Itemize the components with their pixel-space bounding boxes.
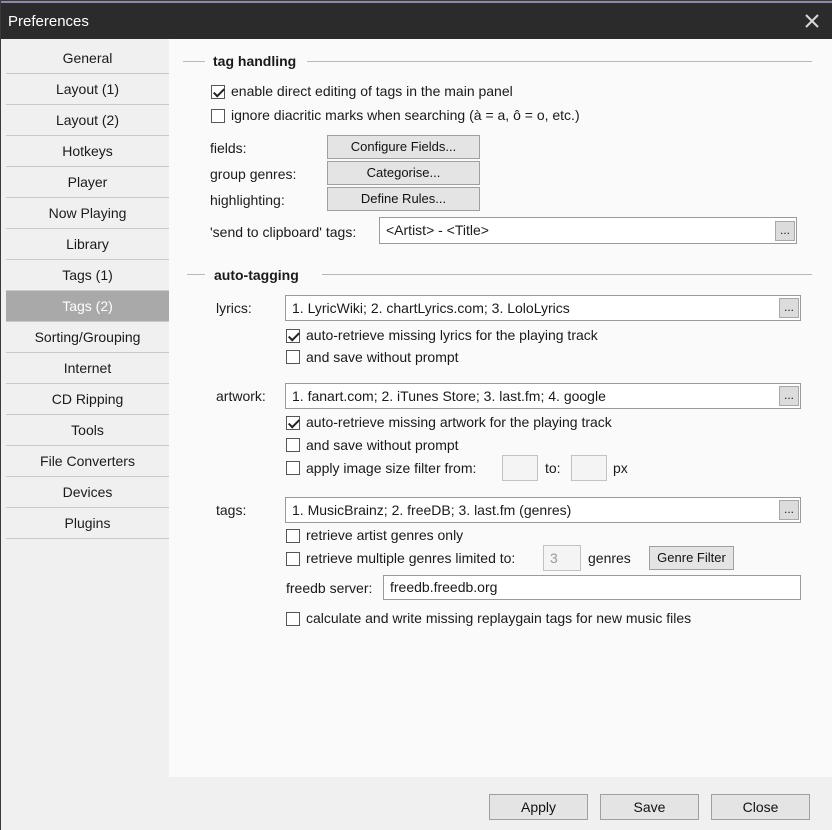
genre-limit-input[interactable]: 3 <box>543 545 581 571</box>
size-filter-to-label: to: <box>545 460 561 476</box>
sidebar-item-now-playing[interactable]: Now Playing <box>6 198 169 229</box>
tags-more-button[interactable]: ... <box>779 500 799 520</box>
artwork-label: artwork: <box>216 388 266 404</box>
tag-handling-heading: tag handling <box>213 53 297 69</box>
close-button[interactable]: Close <box>711 794 810 820</box>
freedb-server-label: freedb server: <box>286 580 373 596</box>
lyrics-auto-retrieve-checkbox[interactable] <box>286 329 300 343</box>
settings-panel: tag handling enable direct editing of ta… <box>169 39 832 777</box>
multiple-genres-label: retrieve multiple genres limited to: <box>306 550 516 566</box>
sidebar-item-layout-2[interactable]: Layout (2) <box>6 105 169 136</box>
artist-genres-only-label: retrieve artist genres only <box>306 527 464 543</box>
sidebar-item-tags-2[interactable]: Tags (2) <box>6 291 169 322</box>
sidebar-item-plugins[interactable]: Plugins <box>6 508 169 539</box>
sidebar-item-player[interactable]: Player <box>6 167 169 198</box>
categorise-button[interactable]: Categorise... <box>327 161 480 185</box>
artwork-auto-retrieve-checkbox[interactable] <box>286 416 300 430</box>
sidebar-item-hotkeys[interactable]: Hotkeys <box>6 136 169 167</box>
size-filter-from-input[interactable] <box>502 455 538 481</box>
dialog-footer: Apply Save Close <box>1 777 832 830</box>
lyrics-label: lyrics: <box>216 300 252 316</box>
section-divider <box>183 61 205 62</box>
sidebar-item-sorting-grouping[interactable]: Sorting/Grouping <box>6 322 169 353</box>
tags-label: tags: <box>216 502 247 518</box>
clipboard-tags-more-button[interactable]: ... <box>775 221 795 241</box>
lyrics-save-checkbox[interactable] <box>286 350 300 364</box>
lyrics-save-label: and save without prompt <box>306 349 459 365</box>
auto-tagging-heading: auto-tagging <box>214 267 299 283</box>
image-size-filter-label: apply image size filter from: <box>306 460 477 476</box>
sidebar-item-library[interactable]: Library <box>6 229 169 260</box>
sidebar-item-layout-1[interactable]: Layout (1) <box>6 74 169 105</box>
lyrics-auto-retrieve-label: auto-retrieve missing lyrics for the pla… <box>306 327 598 343</box>
direct-edit-checkbox[interactable] <box>211 85 225 99</box>
artwork-save-label: and save without prompt <box>306 437 459 453</box>
ignore-diacritics-checkbox[interactable] <box>211 109 225 123</box>
preferences-sidebar: General Layout (1) Layout (2) Hotkeys Pl… <box>6 43 169 539</box>
size-filter-to-input[interactable] <box>571 455 607 481</box>
tags-sources-field[interactable]: 1. MusicBrainz; 2. freeDB; 3. last.fm (g… <box>285 497 801 523</box>
freedb-server-field[interactable]: freedb.freedb.org <box>383 575 801 600</box>
genre-filter-button[interactable]: Genre Filter <box>649 546 734 570</box>
preferences-window: Preferences General Layout (1) Layout (2… <box>0 0 832 830</box>
ignore-diacritics-label: ignore diacritic marks when searching (à… <box>231 107 580 123</box>
apply-button[interactable]: Apply <box>489 794 588 820</box>
save-button[interactable]: Save <box>600 794 699 820</box>
section-divider <box>322 274 812 275</box>
sidebar-item-tools[interactable]: Tools <box>6 415 169 446</box>
close-icon[interactable] <box>801 10 823 32</box>
configure-fields-button[interactable]: Configure Fields... <box>327 135 480 159</box>
sidebar-item-cd-ripping[interactable]: CD Ripping <box>6 384 169 415</box>
image-size-filter-checkbox[interactable] <box>286 461 300 475</box>
artwork-save-checkbox[interactable] <box>286 438 300 452</box>
lyrics-more-button[interactable]: ... <box>779 298 799 318</box>
section-divider <box>187 274 205 275</box>
size-filter-unit-label: px <box>613 460 628 476</box>
sidebar-item-tags-1[interactable]: Tags (1) <box>6 260 169 291</box>
section-divider <box>307 61 812 62</box>
artwork-sources-field[interactable]: 1. fanart.com; 2. iTunes Store; 3. last.… <box>285 383 801 409</box>
multiple-genres-checkbox[interactable] <box>286 552 300 566</box>
lyrics-sources-field[interactable]: 1. LyricWiki; 2. chartLyrics.com; 3. Lol… <box>285 295 801 321</box>
artwork-more-button[interactable]: ... <box>779 386 799 406</box>
sidebar-item-devices[interactable]: Devices <box>6 477 169 508</box>
clipboard-tags-label: 'send to clipboard' tags: <box>210 224 357 240</box>
clipboard-tags-field[interactable]: <Artist> - <Title> <box>379 217 797 244</box>
direct-edit-label: enable direct editing of tags in the mai… <box>231 83 513 99</box>
sidebar-item-file-converters[interactable]: File Converters <box>6 446 169 477</box>
fields-label: fields: <box>210 140 247 156</box>
highlighting-label: highlighting: <box>210 192 285 208</box>
artwork-auto-retrieve-label: auto-retrieve missing artwork for the pl… <box>306 414 612 430</box>
title-bar: Preferences <box>1 1 832 39</box>
genres-unit-label: genres <box>588 550 631 566</box>
artist-genres-only-checkbox[interactable] <box>286 529 300 543</box>
replaygain-checkbox[interactable] <box>286 612 300 626</box>
window-title: Preferences <box>8 13 89 30</box>
group-genres-label: group genres: <box>210 166 297 182</box>
replaygain-label: calculate and write missing replaygain t… <box>306 610 692 626</box>
sidebar-item-internet[interactable]: Internet <box>6 353 169 384</box>
define-rules-button[interactable]: Define Rules... <box>327 187 480 211</box>
sidebar-item-general[interactable]: General <box>6 43 169 74</box>
